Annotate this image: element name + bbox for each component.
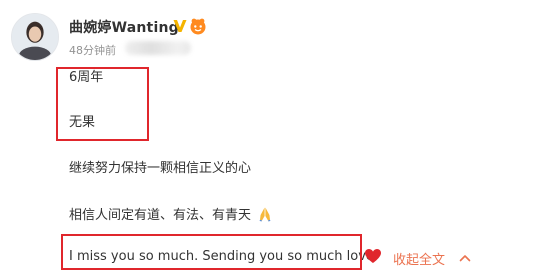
post-line-4: 相信人间定有道、有法、有青天 xyxy=(69,204,273,223)
folded-hands-emoji xyxy=(259,207,271,222)
post-line-3: 继续努力保持一颗相信正义的心 xyxy=(69,161,252,176)
author-avatar[interactable] xyxy=(11,13,59,61)
vip-member-badge-icon[interactable] xyxy=(189,17,207,35)
blurred-source-text xyxy=(125,41,191,55)
verified-v-badge-icon xyxy=(173,20,187,32)
collapse-full-text-button[interactable]: 收起全文 xyxy=(393,249,445,268)
post-timestamp[interactable]: 48分钟前 xyxy=(69,42,116,58)
chevron-up-icon[interactable] xyxy=(459,253,471,263)
annotation-highlight-box xyxy=(56,67,149,141)
annotation-highlight-box xyxy=(61,234,362,270)
post-line-4-text: 相信人间定有道、有法、有青天 xyxy=(69,208,252,223)
red-heart-emoji xyxy=(365,249,381,263)
author-name[interactable]: 曲婉婷Wanting xyxy=(69,17,179,37)
